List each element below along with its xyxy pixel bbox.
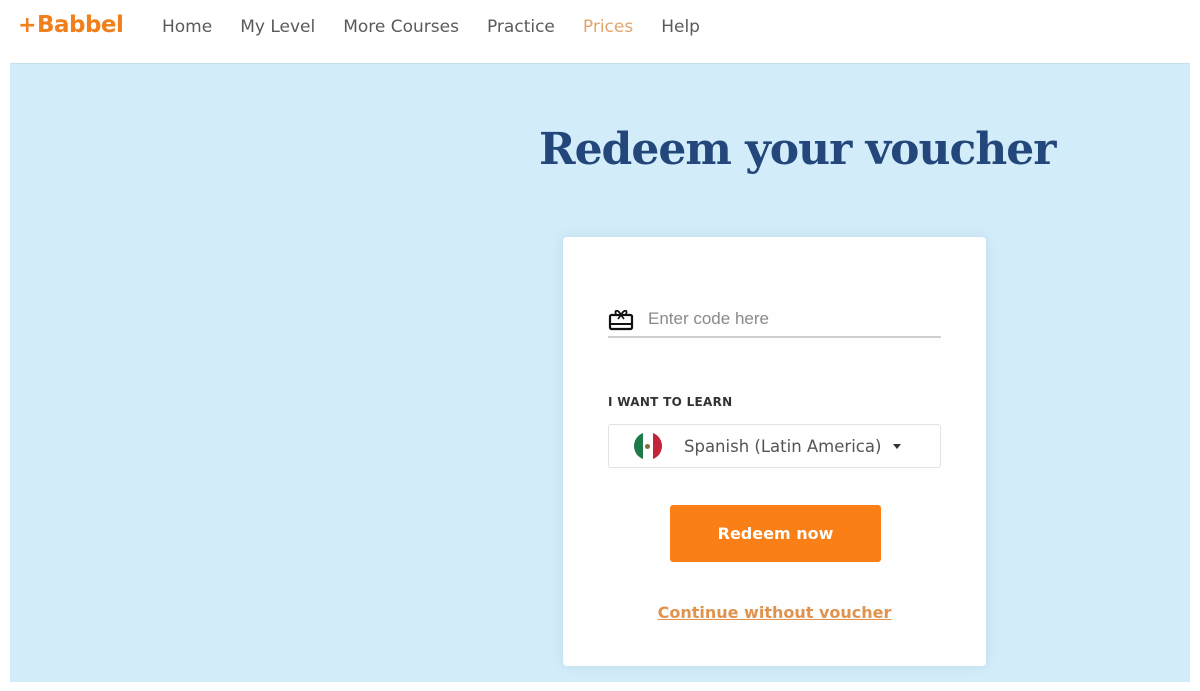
nav-item-my-level[interactable]: My Level (240, 17, 315, 37)
nav-item-prices[interactable]: Prices (583, 17, 633, 37)
page-title: Redeem your voucher (539, 124, 1056, 175)
learn-language-label: I WANT TO LEARN (608, 395, 733, 409)
nav-item-practice[interactable]: Practice (487, 17, 555, 37)
voucher-code-field[interactable] (608, 308, 941, 338)
top-navigation-bar: + Babbel Home My Level More Courses Prac… (0, 0, 1200, 60)
mexico-flag-icon (634, 432, 662, 460)
caret-down-icon (893, 443, 902, 449)
nav-item-help[interactable]: Help (661, 17, 700, 37)
continue-without-voucher-link[interactable]: Continue without voucher (563, 603, 986, 622)
voucher-code-input[interactable] (648, 309, 928, 329)
selected-language: Spanish (Latin America) (684, 436, 882, 456)
redeem-now-button[interactable]: Redeem now (670, 505, 881, 562)
logo-text: Babbel (36, 12, 124, 38)
logo-plus-icon: + (18, 12, 36, 38)
nav-item-home[interactable]: Home (162, 17, 212, 37)
language-select[interactable]: Spanish (Latin America) (608, 424, 941, 468)
babbel-logo[interactable]: + Babbel (18, 12, 124, 38)
main-nav: Home My Level More Courses Practice Pric… (162, 17, 728, 37)
nav-item-more-courses[interactable]: More Courses (343, 17, 459, 37)
voucher-card: I WANT TO LEARN Spanish (Latin America) … (563, 237, 986, 666)
gift-icon (608, 309, 634, 331)
